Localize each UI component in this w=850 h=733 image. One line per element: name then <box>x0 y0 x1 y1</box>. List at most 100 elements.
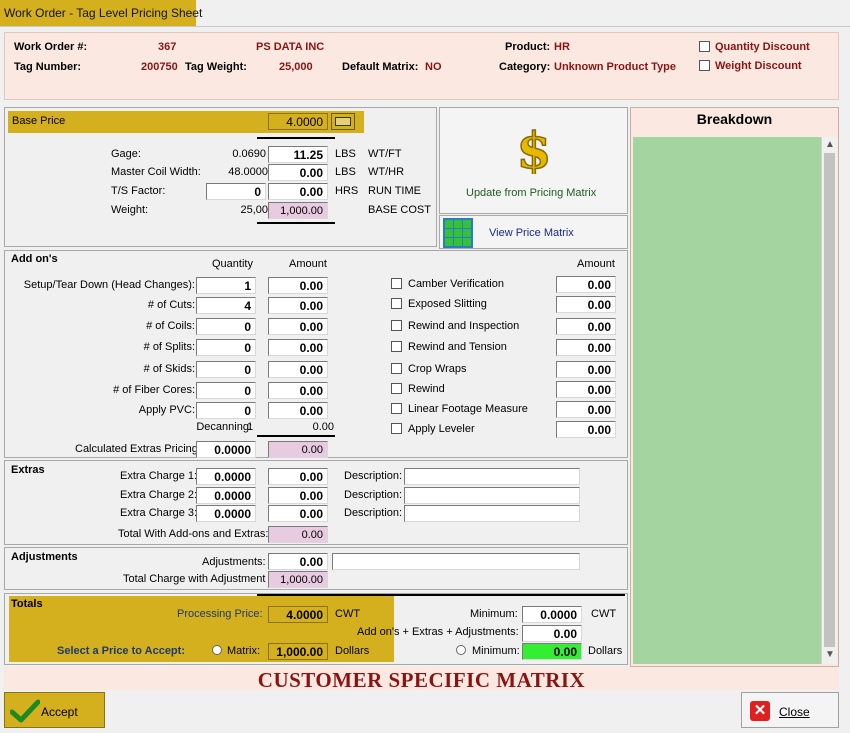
header-panel: Work Order #: 367 PS DATA INC Tag Number… <box>4 32 839 100</box>
adjustments-label: Adjustments: <box>202 556 266 568</box>
weight-label: Weight: <box>111 204 149 216</box>
amount-header: Amount <box>289 258 327 270</box>
option-checkbox[interactable] <box>391 403 402 414</box>
tag-weight-value: 25,000 <box>279 61 313 73</box>
tag-number-label: Tag Number: <box>14 61 82 73</box>
addon-label: # of Splits: <box>143 341 195 353</box>
scroll-thumb[interactable] <box>824 153 835 647</box>
addon-quantity-field[interactable]: 0 <box>196 382 256 399</box>
option-amount-field[interactable]: 0.00 <box>556 401 616 418</box>
ts-factor-suffix: RUN TIME <box>368 185 421 197</box>
base-price-lookup-button[interactable] <box>331 113 355 130</box>
addon-label: # of Cuts: <box>147 299 195 311</box>
addon-quantity-field[interactable]: 0 <box>196 402 256 419</box>
addon-amount-field[interactable]: 0.00 <box>268 339 328 356</box>
addon-quantity-field[interactable]: 0 <box>196 318 256 335</box>
extra-charge-amount-field[interactable]: 0.00 <box>268 505 328 522</box>
option-label: Apply Leveler <box>408 423 475 435</box>
select-price-label: Select a Price to Accept: <box>57 645 185 657</box>
option-checkbox[interactable] <box>391 423 402 434</box>
option-checkbox[interactable] <box>391 320 402 331</box>
option-amount-field[interactable]: 0.00 <box>556 276 616 293</box>
master-coil-width-amount-field[interactable]: 0.00 <box>268 164 328 181</box>
update-pricing-matrix-button[interactable]: $ Update from Pricing Matrix <box>439 107 628 214</box>
update-pricing-matrix-label: Update from Pricing Matrix <box>466 187 597 199</box>
work-order-value: 367 <box>158 41 177 53</box>
view-price-matrix-label: View Price Matrix <box>489 227 574 239</box>
calc-extras-amount: 0.00 <box>268 441 328 458</box>
customer-name: PS DATA INC <box>256 41 325 53</box>
view-price-matrix-button[interactable]: View Price Matrix <box>439 215 628 249</box>
option-amount-field[interactable]: 0.00 <box>556 381 616 398</box>
minimum-field[interactable]: 0.0000 <box>522 606 582 623</box>
option-amount-field[interactable]: 0.00 <box>556 339 616 356</box>
extra-charge-amount-field[interactable]: 0.00 <box>268 487 328 504</box>
breakdown-scrollbar[interactable]: ▲ ▼ <box>821 137 837 664</box>
option-amount-field[interactable]: 0.00 <box>556 361 616 378</box>
close-button[interactable]: ✕ Close <box>741 692 839 728</box>
weight-discount-checkbox[interactable] <box>699 60 710 71</box>
option-checkbox[interactable] <box>391 298 402 309</box>
extra-description-label: Description: <box>344 489 403 501</box>
extra-charge-label: Extra Charge 2: <box>120 489 198 501</box>
extra-description-field[interactable] <box>404 468 580 485</box>
accept-button[interactable]: Accept <box>4 692 105 728</box>
decanning-label: Decanning: <box>196 421 252 433</box>
addon-amount-field[interactable]: 0.00 <box>268 361 328 378</box>
window-title: Work Order - Tag Level Pricing Sheet <box>0 0 202 26</box>
addon-quantity-field[interactable]: 1 <box>196 277 256 294</box>
extra-charge-field[interactable]: 0.0000 <box>196 505 256 522</box>
option-label: Rewind and Tension <box>408 341 507 353</box>
gage-amount-field[interactable]: 11.25 <box>268 146 328 163</box>
base-price-field[interactable]: 4.0000 <box>268 113 328 130</box>
breakdown-list[interactable] <box>633 137 821 664</box>
extra-charge-field[interactable]: 0.0000 <box>196 468 256 485</box>
scroll-down-icon[interactable]: ▼ <box>825 649 835 660</box>
addon-amount-field[interactable]: 0.00 <box>268 277 328 294</box>
ts-factor-field[interactable]: 0 <box>206 183 266 200</box>
addon-amount-field[interactable]: 0.00 <box>268 382 328 399</box>
matrix-radio[interactable] <box>212 645 222 655</box>
addon-quantity-field[interactable]: 0 <box>196 361 256 378</box>
master-coil-width-unit: LBS <box>335 166 356 178</box>
matrix-radio-label: Matrix: <box>227 645 260 657</box>
extra-description-field[interactable] <box>404 487 580 504</box>
processing-price-unit: CWT <box>335 608 361 620</box>
processing-price-field: 4.0000 <box>268 606 328 623</box>
option-checkbox[interactable] <box>391 383 402 394</box>
extra-description-label: Description: <box>344 470 403 482</box>
extra-charge-amount-field[interactable]: 0.00 <box>268 468 328 485</box>
addon-quantity-field[interactable]: 0 <box>196 339 256 356</box>
option-amount-field[interactable]: 0.00 <box>556 318 616 335</box>
totals-title: Totals <box>11 598 43 610</box>
weight-discount-label: Weight Discount <box>715 60 802 72</box>
option-amount-field[interactable]: 0.00 <box>556 296 616 313</box>
ts-factor-amount-field[interactable]: 0.00 <box>268 183 328 200</box>
calc-extras-field[interactable]: 0.0000 <box>196 441 256 458</box>
option-amount-field[interactable]: 0.00 <box>556 421 616 438</box>
option-checkbox[interactable] <box>391 363 402 374</box>
adjustments-field[interactable]: 0.00 <box>268 553 328 570</box>
product-label: Product: <box>505 41 551 53</box>
processing-price-label: Processing Price: <box>177 608 263 620</box>
addon-label: Apply PVC: <box>138 404 195 416</box>
addon-amount-field[interactable]: 0.00 <box>268 297 328 314</box>
dollar-icon: $ <box>516 124 552 174</box>
extra-charge-field[interactable]: 0.0000 <box>196 487 256 504</box>
product-value: HR <box>554 41 570 53</box>
option-label: Exposed Slitting <box>408 298 487 310</box>
scroll-up-icon[interactable]: ▲ <box>825 139 835 150</box>
addon-amount-field[interactable]: 0.00 <box>268 318 328 335</box>
total-charge-field: 1,000.00 <box>268 571 328 588</box>
addon-amount-field[interactable]: 0.00 <box>268 402 328 419</box>
option-checkbox[interactable] <box>391 278 402 289</box>
quantity-discount-checkbox[interactable] <box>699 41 710 52</box>
gage-value: 0.0690 <box>232 148 266 160</box>
minimum-radio[interactable] <box>456 645 466 655</box>
option-checkbox[interactable] <box>391 341 402 352</box>
gage-label: Gage: <box>111 148 141 160</box>
addon-quantity-field[interactable]: 4 <box>196 297 256 314</box>
extra-description-field[interactable] <box>404 505 580 522</box>
adjustments-note-field[interactable] <box>332 553 580 570</box>
minimum-dollars-unit: Dollars <box>588 645 623 657</box>
